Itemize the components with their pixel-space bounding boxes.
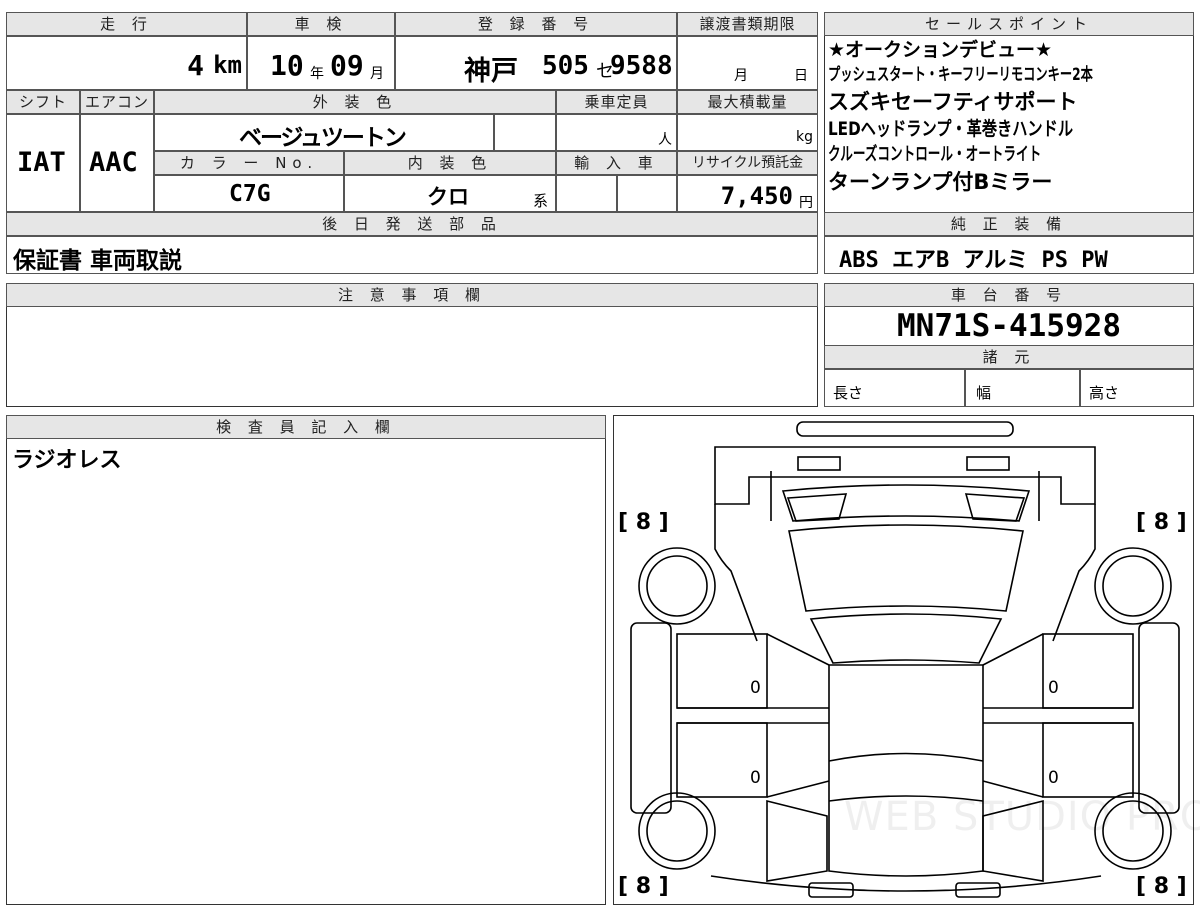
mileage-unit: km [213, 51, 242, 79]
recycle-deposit-header: リサイクル預託金 [677, 151, 818, 175]
chassis-header: 車 台 番 号 [824, 283, 1194, 307]
door-rear-right-mark: 0 [1048, 768, 1059, 788]
tire-tread-rear-right: [ 8 ] [1136, 874, 1187, 899]
transfer-day-unit: 日 [794, 68, 808, 84]
wheel-front-left [638, 547, 716, 625]
notes-header: 注 意 事 項 欄 [6, 283, 818, 307]
sales-point-line: LEDヘッドランプ・革巻きハンドル [828, 118, 1074, 140]
hood-panel [828, 664, 984, 877]
shaken-year-unit: 年 [310, 66, 324, 82]
door-front-right-mark: 0 [1048, 678, 1059, 698]
registration-area: 神戸 [464, 56, 518, 87]
mileage-header: 走 行 [6, 12, 247, 36]
mileage-value: 4 [187, 49, 204, 82]
ac-header: エアコン [80, 90, 154, 114]
interior-color-value: クロ [427, 185, 469, 209]
sales-points-header: セールスポイント [824, 12, 1194, 36]
spec-width-cell: 幅 [965, 369, 1080, 407]
mileage-cell: 4 km [6, 36, 247, 90]
recycle-deposit-cell: 7,450 円 [677, 175, 818, 212]
tire-tread-front-right: [ 8 ] [1136, 510, 1187, 535]
watermark: WEB STUDIO PRO [844, 794, 1200, 840]
inspector-notes: ラジオレス [12, 448, 122, 473]
sales-point-line: スズキセーフティサポート [828, 90, 1078, 114]
equipment-header: 純 正 装 備 [824, 212, 1194, 236]
registration-header: 登 録 番 号 [395, 12, 677, 36]
shaken-month: 09 [330, 49, 364, 82]
later-parts-cell: 保証書 車両取説 [6, 236, 818, 274]
shift-value: IAT [17, 147, 66, 178]
exterior-color-header: 外 装 色 [154, 90, 556, 114]
wheel-front-right [1094, 547, 1172, 625]
spec-height-cell: 高さ [1080, 369, 1194, 407]
door-front-left-mark: 0 [750, 678, 761, 698]
max-load-header: 最大積載量 [677, 90, 818, 114]
transfer-deadline-header: 譲渡書類期限 [677, 12, 818, 36]
equipment-value: ABS エアB アルミ PS PW [839, 248, 1108, 273]
rear-lamp-right [966, 456, 1010, 471]
spec-width-label: 幅 [976, 384, 992, 402]
registration-cell: 神戸 505 セ 9588 [395, 36, 677, 90]
rear-lamp-left [797, 456, 841, 471]
max-load-cell: kg [677, 114, 818, 151]
specs-header: 諸 元 [824, 345, 1194, 369]
capacity-cell: 人 [556, 114, 677, 151]
shift-header: シフト [6, 90, 80, 114]
sales-point-line: ★オークションデビュー★ [828, 39, 1053, 61]
recycle-deposit-value: 7,450 [720, 182, 793, 210]
import-cell-b [617, 175, 677, 212]
capacity-unit: 人 [658, 132, 672, 148]
recycle-deposit-unit: 円 [799, 195, 813, 211]
spec-length-cell: 長さ [824, 369, 965, 407]
equipment-cell: ABS エアB アルミ PS PW [824, 236, 1194, 274]
shaken-header: 車 検 [247, 12, 395, 36]
capacity-header: 乗車定員 [556, 90, 677, 114]
inspector-box [6, 415, 606, 905]
exterior-color-value: ベージュツートン [239, 125, 407, 151]
roof-panel [788, 524, 1024, 612]
sales-point-line: クルーズコントロール・オートライト [828, 144, 1042, 165]
tire-tread-rear-left: [ 8 ] [618, 874, 669, 899]
shaken-month-unit: 月 [370, 66, 384, 82]
shaken-year: 10 [270, 49, 304, 82]
exterior-extra-cell [494, 114, 556, 151]
shift-cell: IAT [6, 114, 80, 212]
spec-length-label: 長さ [833, 384, 864, 402]
registration-number: 9588 [610, 51, 673, 81]
door-rear-left-mark: 0 [750, 768, 761, 788]
windshield [809, 613, 1003, 664]
shaken-cell: 10 年 09 月 [247, 36, 395, 90]
max-load-unit: kg [796, 129, 813, 145]
ac-cell: AAC [80, 114, 154, 212]
exterior-color-cell: ベージュツートン [154, 114, 494, 151]
hatch-panel [714, 446, 1096, 505]
interior-color-header: 内 装 色 [344, 151, 556, 175]
later-parts-header: 後 日 発 送 部 品 [6, 212, 818, 236]
interior-color-cell: クロ 系 [344, 175, 556, 212]
sales-points-list: ★オークションデビュー★ プッシュスタート・キーフリーリモコンキー2本 スズキセ… [828, 38, 1192, 210]
tire-tread-front-left: [ 8 ] [618, 510, 669, 535]
inspector-header: 検 査 員 記 入 欄 [6, 415, 606, 439]
import-header: 輸 入 車 [556, 151, 677, 175]
color-number-cell: C7G [154, 175, 344, 212]
car-diagram-box: [ 8 ] [ 8 ] [ 8 ] [ 8 ] 0 0 0 0 WEB STUD… [613, 415, 1200, 905]
transfer-month-unit: 月 [734, 68, 748, 84]
registration-class: 505 [542, 51, 589, 81]
spec-height-label: 高さ [1089, 384, 1120, 402]
ac-value: AAC [89, 147, 138, 178]
color-number-header: カ ラ ー No. [154, 151, 344, 175]
sales-point-line: ターンランプ付Bミラー [828, 170, 1053, 194]
import-cell-a [556, 175, 617, 212]
sales-point-line: プッシュスタート・キーフリーリモコンキー2本 [828, 65, 1093, 85]
wheel-rear-left [638, 792, 716, 870]
rear-bumper [796, 421, 1014, 437]
later-parts-value: 保証書 車両取説 [13, 248, 183, 274]
color-number-value: C7G [229, 181, 271, 207]
interior-color-suffix: 系 [533, 192, 549, 210]
rear-window [781, 484, 1031, 522]
transfer-deadline-cell: 月 日 [677, 36, 818, 90]
chassis-number: MN71S-415928 [897, 308, 1121, 344]
